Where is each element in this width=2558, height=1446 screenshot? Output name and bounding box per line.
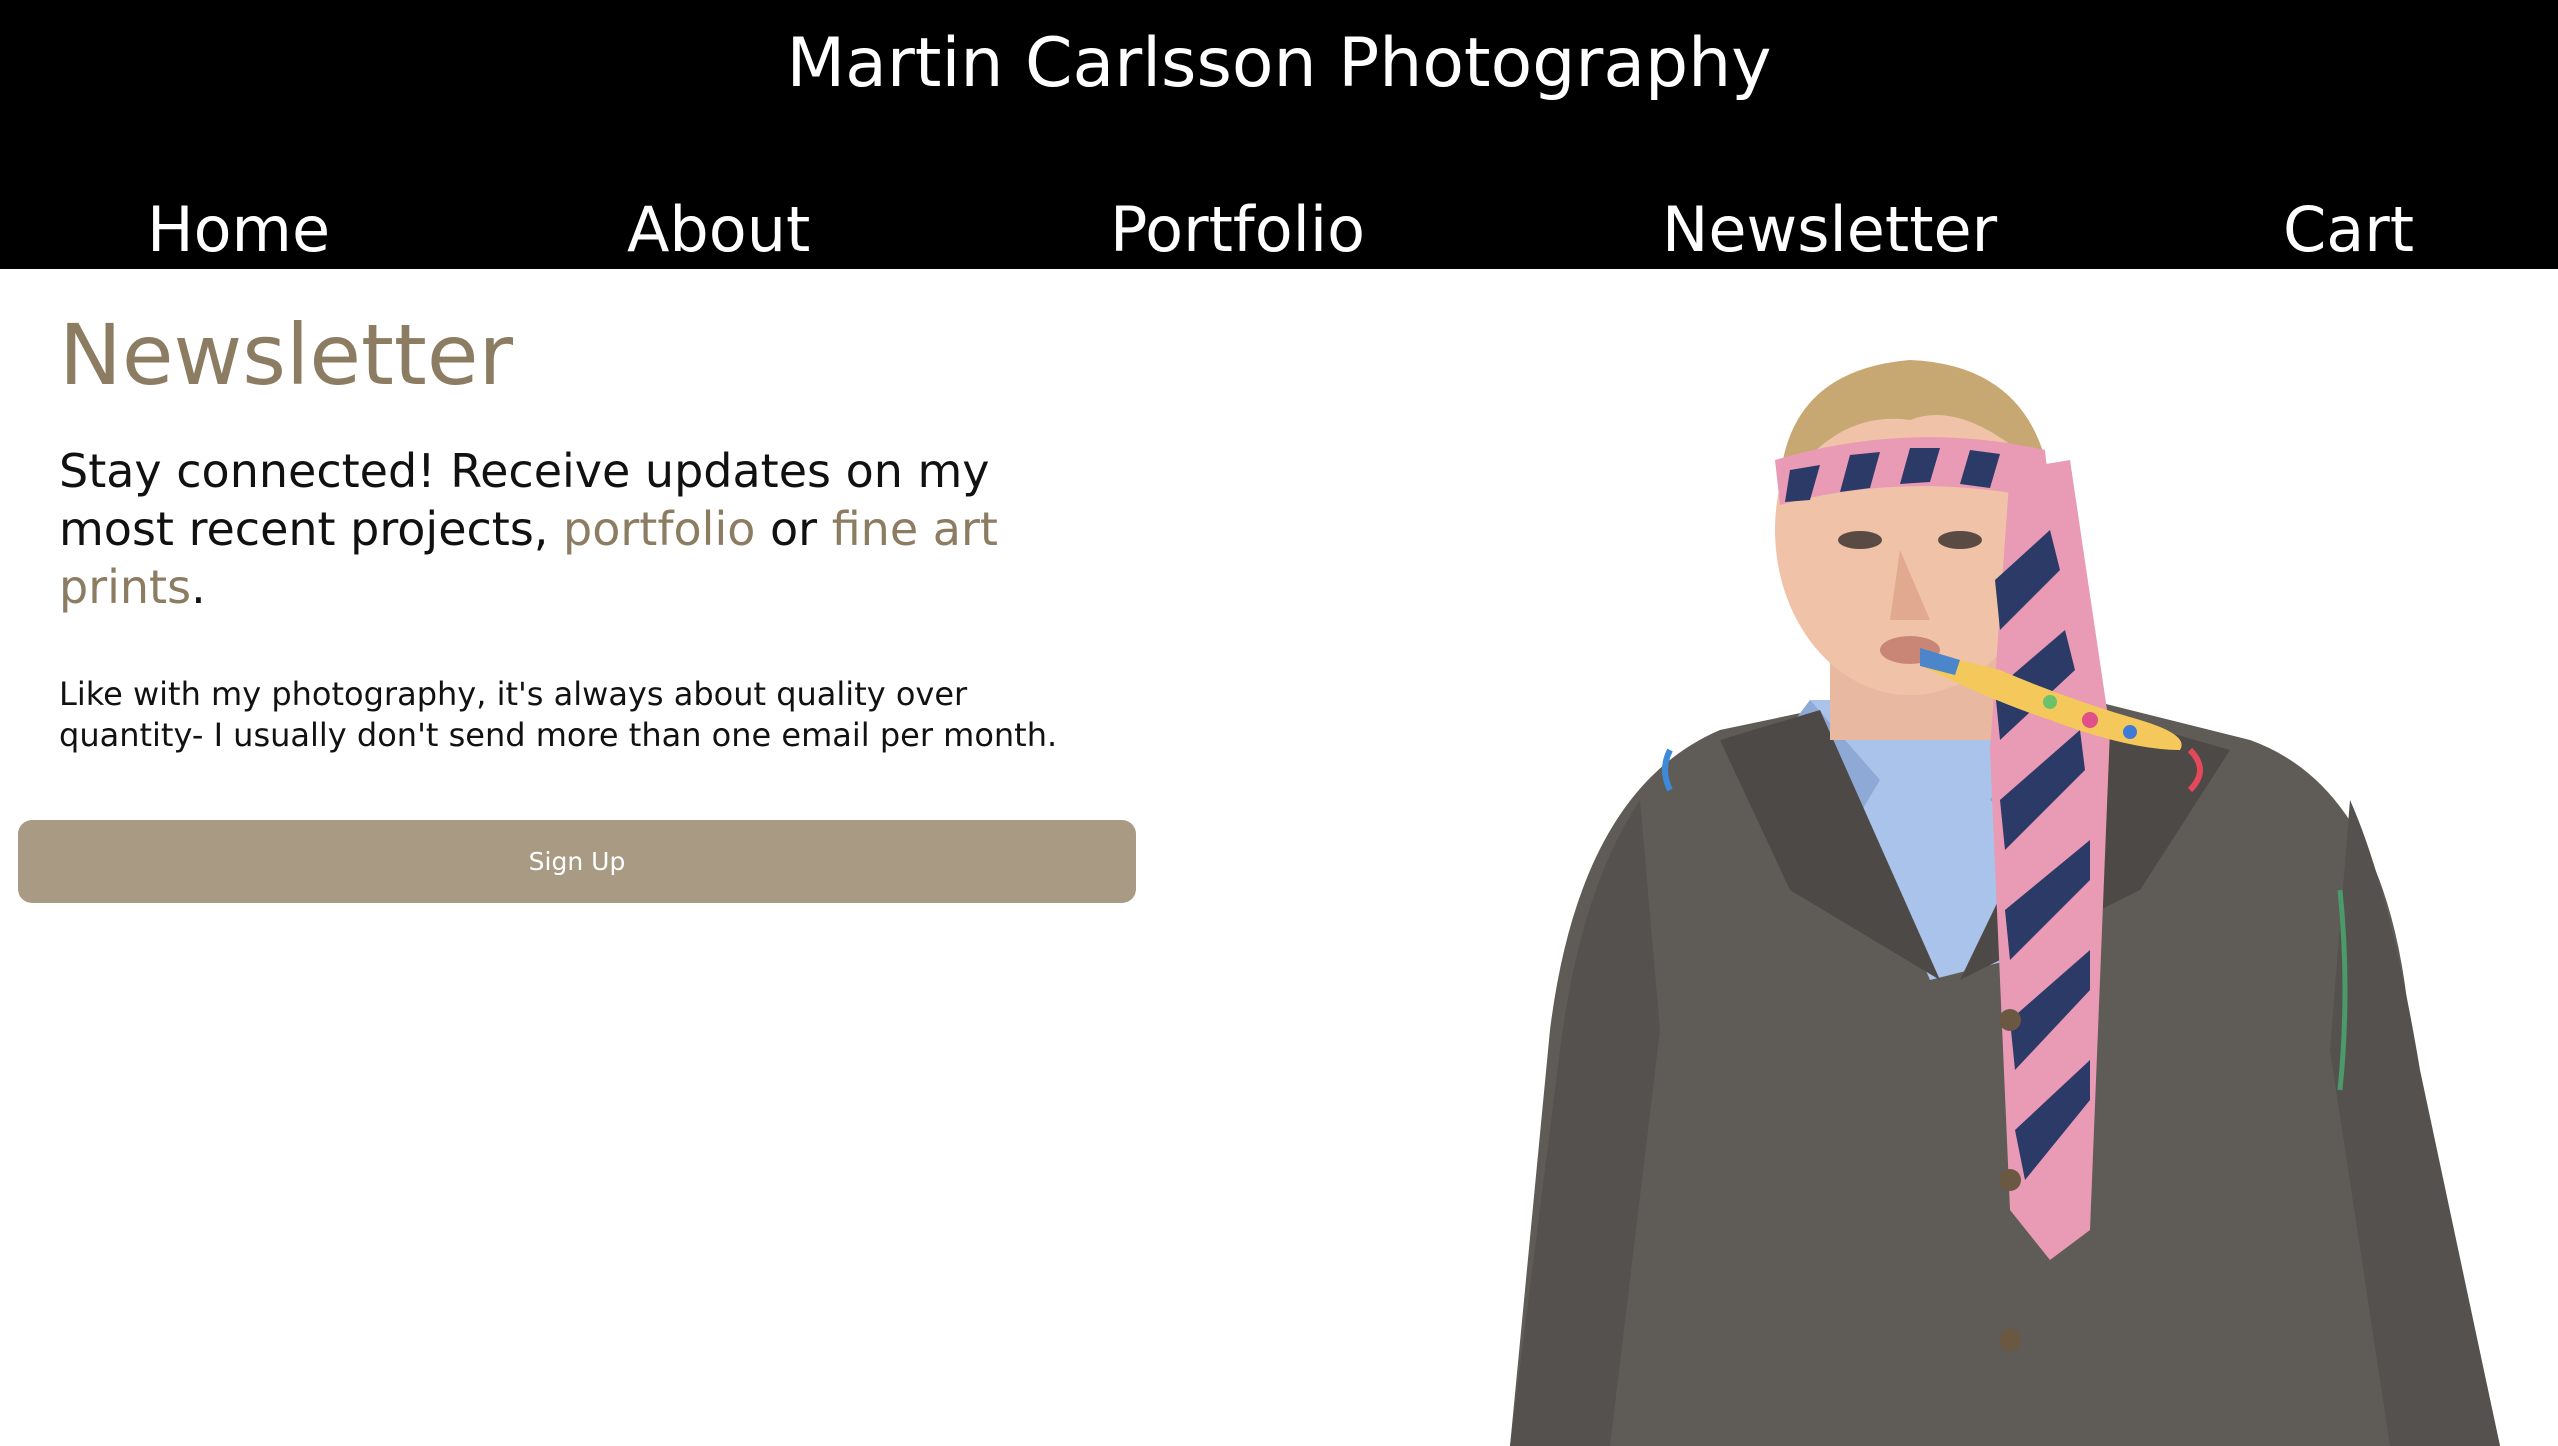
sign-up-button[interactable]: Sign Up <box>18 820 1136 903</box>
intro-paragraph: Stay connected! Receive updates on my mo… <box>59 442 1119 616</box>
portrait-photo <box>1490 330 2558 1446</box>
intro-or-text: or <box>755 502 832 556</box>
nav-link-newsletter[interactable]: Newsletter <box>1662 190 1997 270</box>
main-nav: Home About Portfolio Newsletter Cart <box>0 190 2558 269</box>
nav-link-portfolio[interactable]: Portfolio <box>1110 190 1365 270</box>
page-heading: Newsletter <box>59 306 514 404</box>
site-header: Martin Carlsson Photography Home About P… <box>0 0 2558 269</box>
nav-link-home[interactable]: Home <box>147 190 330 270</box>
nav-link-about[interactable]: About <box>627 190 810 270</box>
portrait-photo-icon <box>1510 360 2500 1446</box>
page: Martin Carlsson Photography Home About P… <box>0 0 2558 1446</box>
email-frequency-note: Like with my photography, it's always ab… <box>59 675 1058 754</box>
newsletter-content: Newsletter Stay connected! Receive updat… <box>59 300 1119 756</box>
site-title[interactable]: Martin Carlsson Photography <box>0 22 2558 106</box>
portfolio-link[interactable]: portfolio <box>563 502 755 556</box>
nav-link-cart[interactable]: Cart <box>2283 190 2414 270</box>
intro-period: . <box>191 560 206 614</box>
